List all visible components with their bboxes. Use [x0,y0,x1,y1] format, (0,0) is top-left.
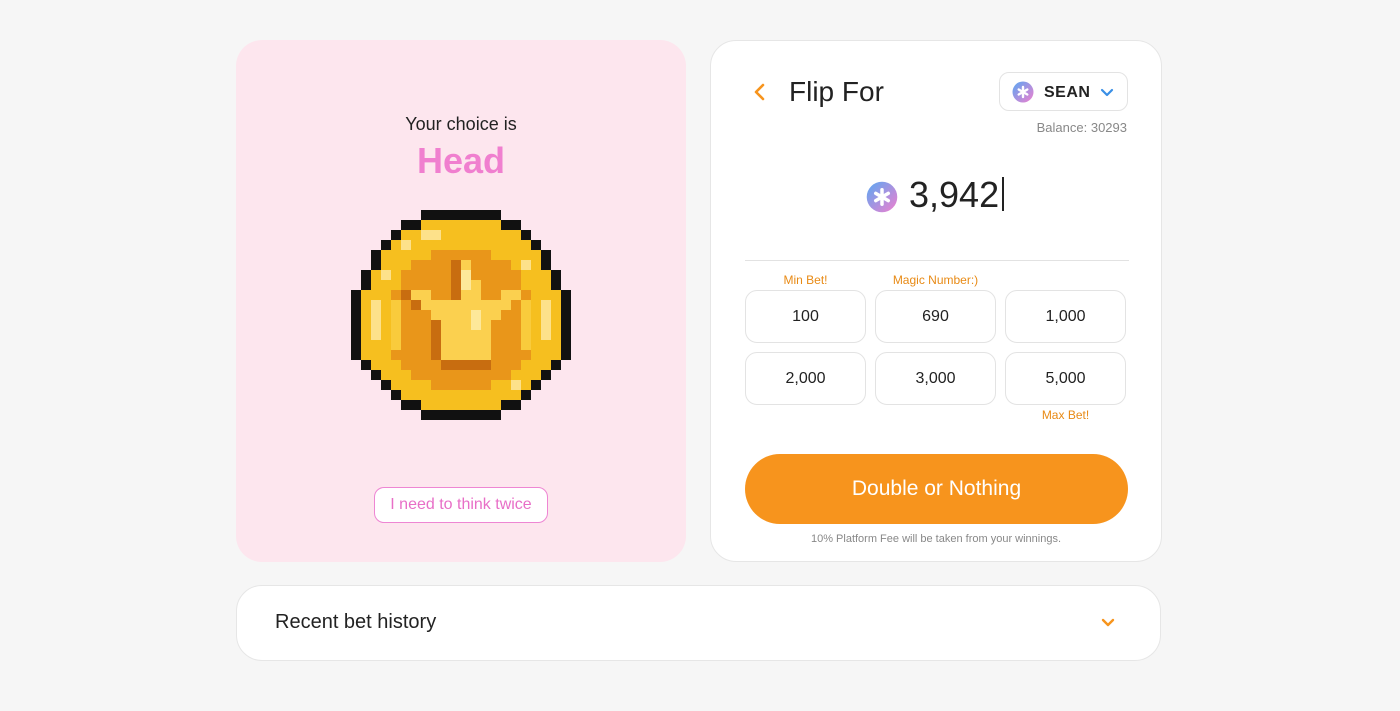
flip-for-title: Flip For [789,76,884,107]
bet-card: Flip For SEAN Balance: 30293 3,942 Min B… [710,40,1162,562]
chevron-down-icon [1100,86,1114,98]
platform-fee-note: 10% Platform Fee will be taken from your… [810,533,1062,545]
min-bet-hint: Min Bet! [783,273,828,287]
bet-amount-input[interactable]: 3,942 [909,174,1005,216]
divider [745,260,1129,261]
preset-amount-button[interactable]: 690 [875,290,996,343]
think-twice-button[interactable]: I need to think twice [374,487,548,523]
max-bet-hint: Max Bet! [1041,408,1090,422]
choice-card: Your choice is Head I need to think twic… [236,40,686,562]
token-name: SEAN [1044,84,1091,101]
choice-caption: Your choice is [405,114,517,134]
recent-bet-history-toggle[interactable]: Recent bet history [236,585,1161,661]
token-selector[interactable]: SEAN [999,72,1128,111]
balance-text: Balance: 30293 [1036,120,1127,135]
preset-amount-button[interactable]: 100 [745,290,866,343]
sean-token-icon [866,181,898,213]
preset-amount-button[interactable]: 1,000 [1005,290,1126,343]
double-or-nothing-button[interactable]: Double or Nothing [745,454,1128,524]
text-caret [1002,177,1005,211]
chevron-down-icon [1100,616,1116,630]
bet-amount-value: 3,942 [909,174,1000,215]
preset-amount-button[interactable]: 5,000 [1005,352,1126,405]
preset-amount-button[interactable]: 3,000 [875,352,996,405]
coin-flip-page: Your choice is Head I need to think twic… [0,0,1400,711]
choice-value: Head [416,140,506,181]
magic-number-hint: Magic Number:) [892,273,979,287]
history-title: Recent bet history [275,611,437,633]
back-chevron-icon[interactable] [751,81,767,103]
preset-amount-button[interactable]: 2,000 [745,352,866,405]
sean-token-icon [1012,81,1034,103]
pixel-star-coin-icon [351,210,571,430]
